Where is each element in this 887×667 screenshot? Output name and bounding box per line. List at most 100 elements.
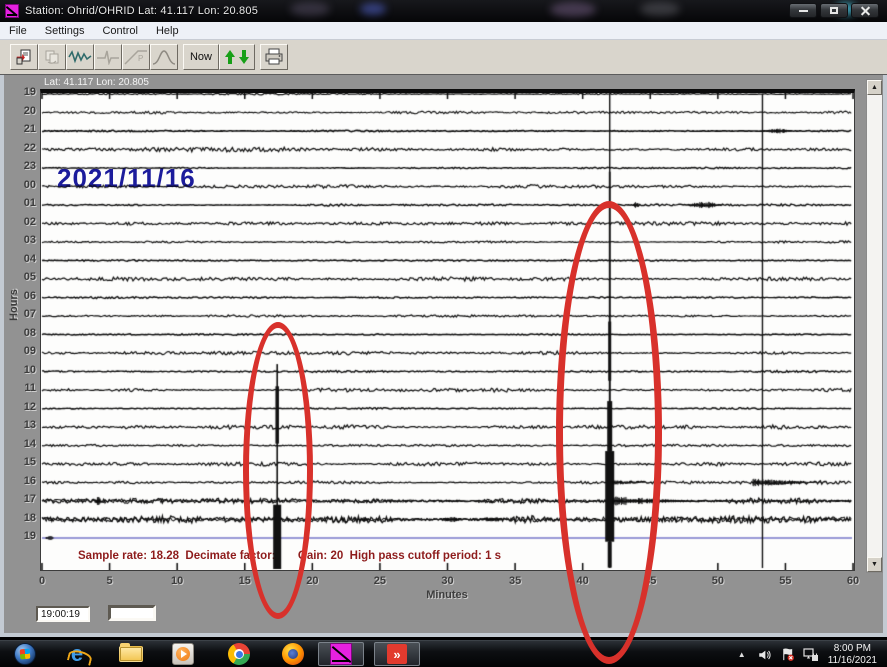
- toolbar: P Now: [0, 40, 887, 74]
- green-up-arrow-icon: [225, 50, 236, 64]
- helicorder-canvas[interactable]: [41, 93, 854, 570]
- filter-button[interactable]: [94, 44, 122, 70]
- station-coords-label: Lat: 41.117 Lon: 20.805: [44, 77, 149, 88]
- minute-tick-label: 30: [433, 575, 463, 587]
- hour-tick-label: 11: [10, 382, 36, 394]
- hour-tick-label: 19: [10, 530, 36, 542]
- start-button[interactable]: [10, 642, 40, 667]
- seismograph-app-icon: [5, 4, 19, 18]
- window-title: Station: Ohrid/OHRID Lat: 41.117 Lon: 20…: [25, 5, 258, 17]
- vertical-scrollbar[interactable]: ▲ ▼: [866, 79, 883, 573]
- copy-button[interactable]: [38, 44, 66, 70]
- maximize-icon: [830, 7, 838, 14]
- volume-icon[interactable]: [757, 647, 773, 663]
- taskbar-chrome[interactable]: [224, 642, 254, 667]
- hour-tick-label: 21: [10, 123, 36, 135]
- hour-tick-label: 01: [10, 197, 36, 209]
- ramp-icon: P: [124, 48, 148, 66]
- windows-start-icon: [14, 643, 36, 665]
- menu-control[interactable]: Control: [93, 23, 146, 39]
- hour-tick-label: 03: [10, 234, 36, 246]
- down-arrow-icon: ▼: [871, 561, 878, 568]
- network-icon[interactable]: [803, 647, 819, 663]
- maximize-button[interactable]: [820, 3, 848, 18]
- hour-tick-label: 23: [10, 160, 36, 172]
- hour-tick-label: 18: [10, 512, 36, 524]
- minute-tick-label: 55: [770, 575, 800, 587]
- hour-tick-label: 20: [10, 105, 36, 117]
- hour-tick-label: 13: [10, 419, 36, 431]
- screen-glare: [640, 2, 680, 16]
- response-button[interactable]: P: [122, 44, 150, 70]
- open-file-button[interactable]: [10, 44, 38, 70]
- waveform-button[interactable]: [66, 44, 94, 70]
- window-frame: [883, 75, 887, 637]
- spectrum-button[interactable]: [150, 44, 178, 70]
- filter-icon: [96, 49, 120, 65]
- title-bar[interactable]: Station: Ohrid/OHRID Lat: 41.117 Lon: 20…: [0, 0, 887, 22]
- helicorder-panel: Lat: 41.117 Lon: 20.805 2021/11/16 Sampl…: [0, 74, 887, 636]
- window-frame: [0, 633, 887, 637]
- spare-field[interactable]: [108, 605, 156, 621]
- scroll-hours-button[interactable]: [219, 44, 255, 70]
- menu-file[interactable]: File: [0, 23, 36, 39]
- up-arrow-icon: ▲: [871, 84, 878, 91]
- hour-tick-label: 17: [10, 493, 36, 505]
- minute-tick-label: 5: [95, 575, 125, 587]
- close-button[interactable]: [851, 3, 879, 18]
- minimize-button[interactable]: [789, 3, 817, 18]
- minutes-axis-label: Minutes: [407, 589, 487, 601]
- seismograph-app-icon: [330, 643, 352, 665]
- minute-tick-label: 50: [703, 575, 733, 587]
- hour-tick-label: 00: [10, 179, 36, 191]
- window-controls: [789, 3, 879, 18]
- minimize-icon: [799, 10, 808, 12]
- chrome-icon: [228, 643, 250, 665]
- media-player-icon: [172, 643, 194, 665]
- taskbar-internet-explorer[interactable]: e: [62, 642, 92, 667]
- hours-axis-label: Hours: [8, 277, 20, 333]
- copy-icon: [43, 48, 61, 66]
- taskbar-media-player[interactable]: [168, 642, 198, 667]
- taskbar-remote-desktop[interactable]: »: [374, 642, 420, 666]
- minute-tick-label: 0: [27, 575, 57, 587]
- menu-settings[interactable]: Settings: [36, 23, 94, 39]
- clock[interactable]: 8:00 PM 11/16/2021: [826, 643, 883, 667]
- taskbar-seismograph-app[interactable]: [318, 642, 364, 666]
- bell-curve-icon: [152, 48, 176, 66]
- hour-tick-label: 02: [10, 216, 36, 228]
- hour-tick-label: 04: [10, 253, 36, 265]
- hour-tick-label: 15: [10, 456, 36, 468]
- hour-tick-label: 10: [10, 364, 36, 376]
- hour-tick-label: 19: [10, 86, 36, 98]
- green-down-arrow-icon: [239, 50, 250, 64]
- time-field[interactable]: [36, 606, 90, 622]
- scrollbar-down-button[interactable]: ▼: [867, 557, 882, 572]
- scrollbar-up-button[interactable]: ▲: [867, 80, 882, 95]
- show-hidden-icons-button[interactable]: ▲: [734, 647, 750, 663]
- hour-tick-label: 14: [10, 438, 36, 450]
- helicorder-plot[interactable]: 2021/11/16 Sample rate: 18.28 Decimate f…: [40, 89, 855, 571]
- now-button[interactable]: Now: [183, 44, 219, 70]
- system-tray: ▲ 8:00 PM 11/16/2021: [734, 641, 883, 667]
- taskbar: e » ▲: [0, 640, 887, 667]
- folder-icon: [119, 646, 143, 662]
- taskbar-file-explorer[interactable]: [116, 642, 146, 667]
- minute-tick-label: 35: [500, 575, 530, 587]
- menu-help[interactable]: Help: [147, 23, 188, 39]
- hour-tick-label: 16: [10, 475, 36, 487]
- taskbar-firefox[interactable]: [278, 642, 308, 667]
- minute-tick-label: 10: [162, 575, 192, 587]
- screen-glare: [550, 2, 596, 17]
- screen-glare: [290, 2, 330, 16]
- hour-tick-label: 12: [10, 401, 36, 413]
- print-button[interactable]: [260, 44, 288, 70]
- waveform-icon: [68, 49, 92, 65]
- clock-time: 8:00 PM: [828, 643, 877, 655]
- remote-desktop-icon: »: [387, 644, 407, 664]
- open-file-icon: [15, 48, 33, 66]
- now-button-label: Now: [190, 51, 212, 63]
- minute-tick-label: 25: [365, 575, 395, 587]
- red-ellipse-annotation: [243, 322, 313, 619]
- action-center-flag-icon[interactable]: [780, 647, 796, 663]
